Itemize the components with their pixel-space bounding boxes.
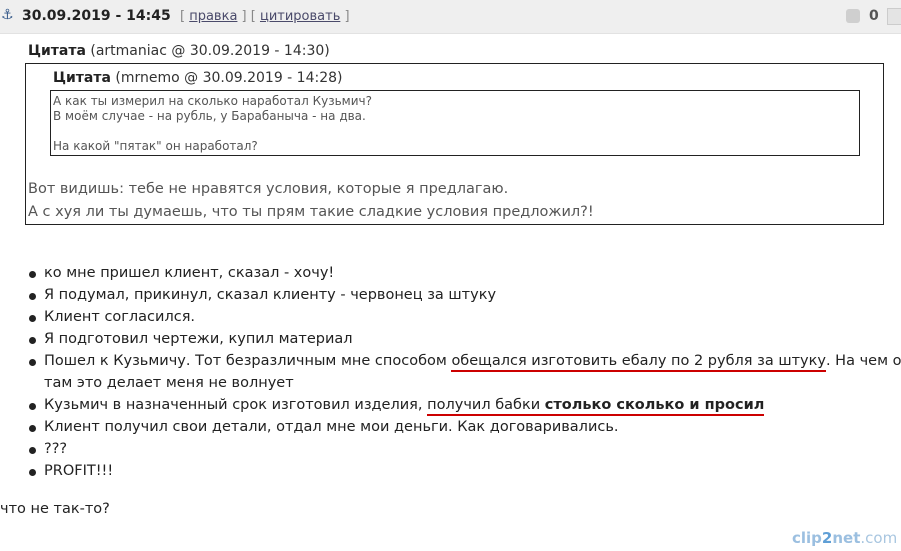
bullet-icon <box>29 293 36 300</box>
list-item-text: Пошел к Кузьмичу. Тот безразличным мне с… <box>44 353 452 369</box>
bold-text: столько сколько и просил <box>544 397 765 413</box>
watermark-logo: clip2net.com <box>792 529 897 547</box>
watermark-part: 2 <box>821 529 833 547</box>
quote-outer-header: Цитата (artmaniac @ 30.09.2019 - 14:30) <box>28 43 330 59</box>
post-date: 30.09.2019 - 14:45 <box>22 8 171 24</box>
underlined-plain: получил бабки <box>427 397 545 413</box>
list-item-continuation: там это делает меня не волнует <box>44 375 294 391</box>
bullet-icon <box>29 469 36 476</box>
list-item: Клиент согласился. <box>44 309 196 325</box>
list-item-text: . На чем он <box>825 353 901 369</box>
quote-outer-title: Цитата <box>28 43 86 59</box>
watermark-part: net <box>832 529 861 547</box>
quote-outer-meta: (artmaniac @ 30.09.2019 - 14:30) <box>90 43 330 59</box>
list-item: Клиент получил свои детали, отдал мне мо… <box>44 419 619 435</box>
edit-link[interactable]: правка <box>189 9 237 24</box>
quote-link[interactable]: цитировать <box>260 9 340 24</box>
quote-inner-title: Цитата <box>53 70 111 86</box>
underlined-text: получил бабки столько сколько и просил <box>427 397 765 416</box>
underlined-text: обещался изготовить ебалу по 2 рубля за … <box>451 353 826 372</box>
bullet-icon <box>29 403 36 410</box>
list-item: Пошел к Кузьмичу. Тот безразличным мне с… <box>44 353 901 372</box>
list-item: PROFIT!!! <box>44 463 114 479</box>
post-footer-text: что не так-то? <box>0 501 110 517</box>
list-item-text: Кузьмич в назначенный срок изготовил изд… <box>44 397 428 413</box>
vote-up-button[interactable] <box>887 8 901 25</box>
quote-inner-line: В моём случае - на рубль, у Барабаныча -… <box>53 109 366 123</box>
bullet-icon <box>29 425 36 432</box>
list-item: Я подготовил чертежи, купил материал <box>44 331 353 347</box>
watermark-part: clip <box>792 529 822 547</box>
quote-inner-meta: (mrnemo @ 30.09.2019 - 14:28) <box>115 70 343 86</box>
bullet-icon <box>29 315 36 322</box>
list-item: ко мне пришел клиент, сказал - хочу! <box>44 265 335 281</box>
quote-inner-header: Цитата (mrnemo @ 30.09.2019 - 14:28) <box>53 70 343 86</box>
quote-inner-line: На какой "пятак" он наработал? <box>53 139 258 153</box>
bullet-icon <box>29 271 36 278</box>
vote-icon[interactable] <box>846 9 860 23</box>
list-item: ??? <box>44 441 68 457</box>
quote-outer-line: Вот видишь: тебе не нравятся условия, ко… <box>28 181 509 197</box>
post-actions: [ правка ] [ цитировать ] <box>180 9 350 24</box>
bullet-icon <box>29 447 36 454</box>
quote-inner-line: А как ты измерил на сколько наработал Ку… <box>53 94 372 108</box>
anchor-icon[interactable]: ⚓ <box>1 7 14 23</box>
quote-outer-line: А с хуя ли ты думаешь, что ты прям такие… <box>28 204 594 220</box>
list-item: Кузьмич в назначенный срок изготовил изд… <box>44 397 765 416</box>
bullet-icon <box>29 337 36 344</box>
vote-count: 0 <box>869 8 879 24</box>
list-item: Я подумал, прикинул, сказал клиенту - че… <box>44 287 497 303</box>
watermark-part: .com <box>860 529 898 547</box>
bullet-icon <box>29 359 36 366</box>
